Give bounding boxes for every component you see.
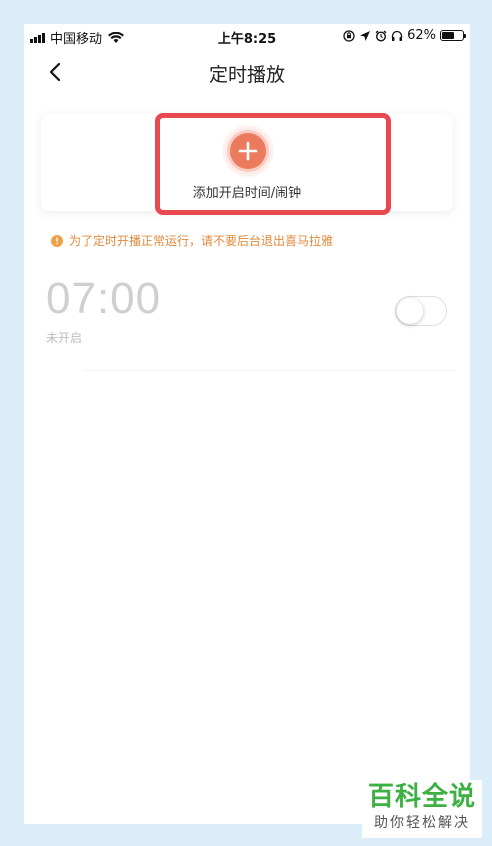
notice-text: 为了定时开播正常运行，请不要后台退出喜马拉雅 [69, 234, 334, 248]
orientation-lock-icon [343, 29, 355, 42]
location-icon [360, 30, 371, 41]
toggle-knob [397, 298, 423, 324]
page-title: 定时播放 [208, 64, 285, 86]
notice-bar: 为了定时开播正常运行，请不要后台退出喜马拉雅 [51, 232, 333, 249]
row-divider [84, 370, 454, 371]
alarm-status: 未开启 [46, 331, 83, 345]
add-button-circle [230, 133, 266, 169]
alarm-toggle[interactable] [395, 296, 447, 326]
info-icon [51, 234, 63, 247]
alarm-icon [375, 29, 387, 42]
status-bar: 中国移动 上午8:25 62% [24, 24, 470, 50]
battery-percent: 62% [407, 28, 436, 43]
status-right: 62% [343, 28, 466, 43]
watermark-sub: 助你轻松解决 [374, 815, 470, 831]
headphones-icon [391, 30, 403, 41]
watermark-logo: 百科全说 助你轻松解决 [362, 780, 482, 838]
add-alarm-button[interactable] [222, 125, 274, 177]
alarm-time[interactable]: 07:00 [46, 274, 161, 324]
nav-bar: 定时播放 [24, 52, 470, 92]
watermark-main: 百科全说 [367, 782, 476, 812]
plus-icon [238, 141, 258, 161]
battery-fill [442, 32, 455, 39]
battery-icon [440, 30, 466, 41]
add-alarm-label: 添加开启时间/闹钟 [192, 186, 302, 201]
phone-screen: 中国移动 上午8:25 62% 定时播放 添加开启时间/闹钟 为了定时开播正常运… [24, 24, 470, 824]
